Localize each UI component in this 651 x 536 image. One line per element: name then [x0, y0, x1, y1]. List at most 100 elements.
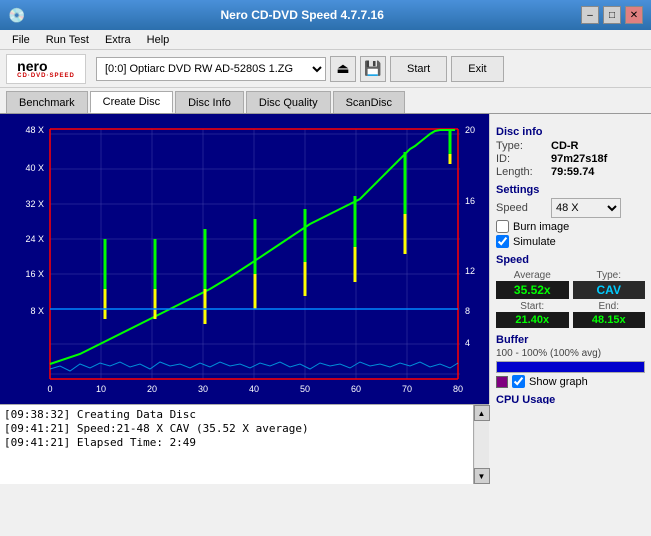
log-line-2: [09:41:21] Speed:21-48 X CAV (35.52 X av… [4, 422, 469, 435]
svg-text:30: 30 [198, 384, 208, 394]
log-area: [09:38:32] Creating Data Disc [09:41:21]… [0, 404, 489, 484]
simulate-label: Simulate [513, 236, 556, 248]
svg-text:40 X: 40 X [25, 163, 44, 173]
speed-row: Speed 48 X 40 X 32 X [496, 198, 645, 218]
cpu-title: CPU Usage [496, 394, 645, 404]
maximize-button[interactable]: □ [603, 6, 621, 24]
disc-info-title: Disc info [496, 126, 645, 138]
svg-text:16: 16 [465, 196, 475, 206]
start-end-row: Start: 21.40x End: 48.15x [496, 301, 645, 328]
minimize-button[interactable]: – [581, 6, 599, 24]
chart-area: 48 X 40 X 32 X 24 X 16 X 8 X 20 16 12 8 … [0, 114, 489, 404]
disc-length-row: Length: 79:59.74 [496, 166, 645, 178]
buffer-show-graph-checkbox[interactable] [512, 375, 525, 388]
buffer-show-graph-row: Show graph [496, 375, 645, 388]
tab-benchmark[interactable]: Benchmark [6, 91, 88, 113]
svg-text:70: 70 [402, 384, 412, 394]
type-header: Type: [573, 270, 646, 281]
eject-icon-button[interactable]: ⏏ [330, 56, 356, 82]
drive-selector[interactable]: [0:0] Optiarc DVD RW AD-5280S 1.ZG [96, 57, 326, 81]
disc-id-row: ID: 97m27s18f [496, 153, 645, 165]
log-line-3: [09:41:21] Elapsed Time: 2:49 [4, 436, 469, 449]
tab-bar: Benchmark Create Disc Disc Info Disc Qua… [0, 88, 651, 114]
tab-create-disc[interactable]: Create Disc [90, 91, 173, 113]
buffer-show-graph-label: Show graph [529, 376, 588, 388]
speed-setting-label: Speed [496, 202, 551, 214]
end-label: End: [573, 301, 646, 312]
window-title: Nero CD-DVD Speed 4.7.7.16 [25, 8, 579, 22]
svg-text:8 X: 8 X [30, 306, 44, 316]
settings-title: Settings [496, 184, 645, 196]
speed-header-row: Average Type: [496, 270, 645, 281]
buffer-title: Buffer [496, 334, 645, 346]
toolbar: nero CD·DVD·SPEED [0:0] Optiarc DVD RW A… [0, 50, 651, 88]
svg-text:20: 20 [147, 384, 157, 394]
content-area: 48 X 40 X 32 X 24 X 16 X 8 X 20 16 12 8 … [0, 114, 651, 484]
end-col: End: 48.15x [573, 301, 646, 328]
close-button[interactable]: ✕ [625, 6, 643, 24]
buffer-bar-container [496, 361, 645, 373]
tab-disc-info[interactable]: Disc Info [175, 91, 244, 113]
log-line-1: [09:38:32] Creating Data Disc [4, 408, 469, 421]
menu-bar: File Run Test Extra Help [0, 30, 651, 50]
window-icon: 💿 [8, 7, 25, 24]
id-label: ID: [496, 153, 551, 165]
disc-type-row: Type: CD-R [496, 140, 645, 152]
svg-text:12: 12 [465, 266, 475, 276]
svg-text:16 X: 16 X [25, 269, 44, 279]
tab-disc-quality[interactable]: Disc Quality [246, 91, 331, 113]
svg-text:80: 80 [453, 384, 463, 394]
cpu-section: CPU Usage 0 - 53% (2% avg) Show graph [496, 394, 645, 404]
buffer-bar [497, 362, 644, 372]
tab-scandisc[interactable]: ScanDisc [333, 91, 405, 113]
start-col: Start: 21.40x [496, 301, 569, 328]
log-scrollbar[interactable]: ▲ ▼ [473, 405, 489, 484]
nero-logo: nero CD·DVD·SPEED [6, 54, 86, 84]
burn-image-label: Burn image [513, 221, 569, 233]
menu-file[interactable]: File [4, 32, 38, 48]
length-value: 79:59.74 [551, 166, 594, 178]
scroll-up-button[interactable]: ▲ [474, 405, 490, 421]
title-bar: 💿 Nero CD-DVD Speed 4.7.7.16 – □ ✕ [0, 0, 651, 30]
burn-image-checkbox[interactable] [496, 220, 509, 233]
svg-text:0: 0 [47, 384, 52, 394]
svg-text:48 X: 48 X [25, 125, 44, 135]
average-speed-value: 35.52x [496, 281, 569, 299]
svg-text:20: 20 [465, 125, 475, 135]
average-header: Average [496, 270, 569, 281]
simulate-row: Simulate [496, 235, 645, 248]
speed-stats: Average Type: 35.52x CAV Start: 21.40x E… [496, 270, 645, 328]
speed-type-value: CAV [573, 281, 646, 299]
menu-run-test[interactable]: Run Test [38, 32, 97, 48]
burn-image-row: Burn image [496, 220, 645, 233]
chart-svg: 48 X 40 X 32 X 24 X 16 X 8 X 20 16 12 8 … [0, 114, 489, 404]
svg-text:50: 50 [300, 384, 310, 394]
id-value: 97m27s18f [551, 153, 607, 165]
save-icon-button[interactable]: 💾 [360, 56, 386, 82]
svg-text:10: 10 [96, 384, 106, 394]
menu-extra[interactable]: Extra [97, 32, 139, 48]
start-value: 21.40x [496, 312, 569, 328]
start-button[interactable]: Start [390, 56, 447, 82]
svg-text:60: 60 [351, 384, 361, 394]
length-label: Length: [496, 166, 551, 178]
simulate-checkbox[interactable] [496, 235, 509, 248]
svg-text:24 X: 24 X [25, 234, 44, 244]
svg-text:40: 40 [249, 384, 259, 394]
right-panel: Disc info Type: CD-R ID: 97m27s18f Lengt… [489, 114, 651, 404]
type-value: CD-R [551, 140, 579, 152]
end-value: 48.15x [573, 312, 646, 328]
type-label: Type: [496, 140, 551, 152]
svg-text:8: 8 [465, 306, 470, 316]
start-label: Start: [496, 301, 569, 312]
svg-text:4: 4 [465, 338, 470, 348]
buffer-range: 100 - 100% (100% avg) [496, 348, 645, 359]
log-text: [09:38:32] Creating Data Disc [09:41:21]… [0, 405, 473, 484]
left-section: 48 X 40 X 32 X 24 X 16 X 8 X 20 16 12 8 … [0, 114, 489, 484]
menu-help[interactable]: Help [139, 32, 178, 48]
speed-select[interactable]: 48 X 40 X 32 X [551, 198, 621, 218]
exit-button[interactable]: Exit [451, 56, 503, 82]
scroll-down-button[interactable]: ▼ [474, 468, 490, 484]
speed-section-title: Speed [496, 254, 645, 266]
buffer-section: Buffer 100 - 100% (100% avg) Show graph [496, 334, 645, 388]
